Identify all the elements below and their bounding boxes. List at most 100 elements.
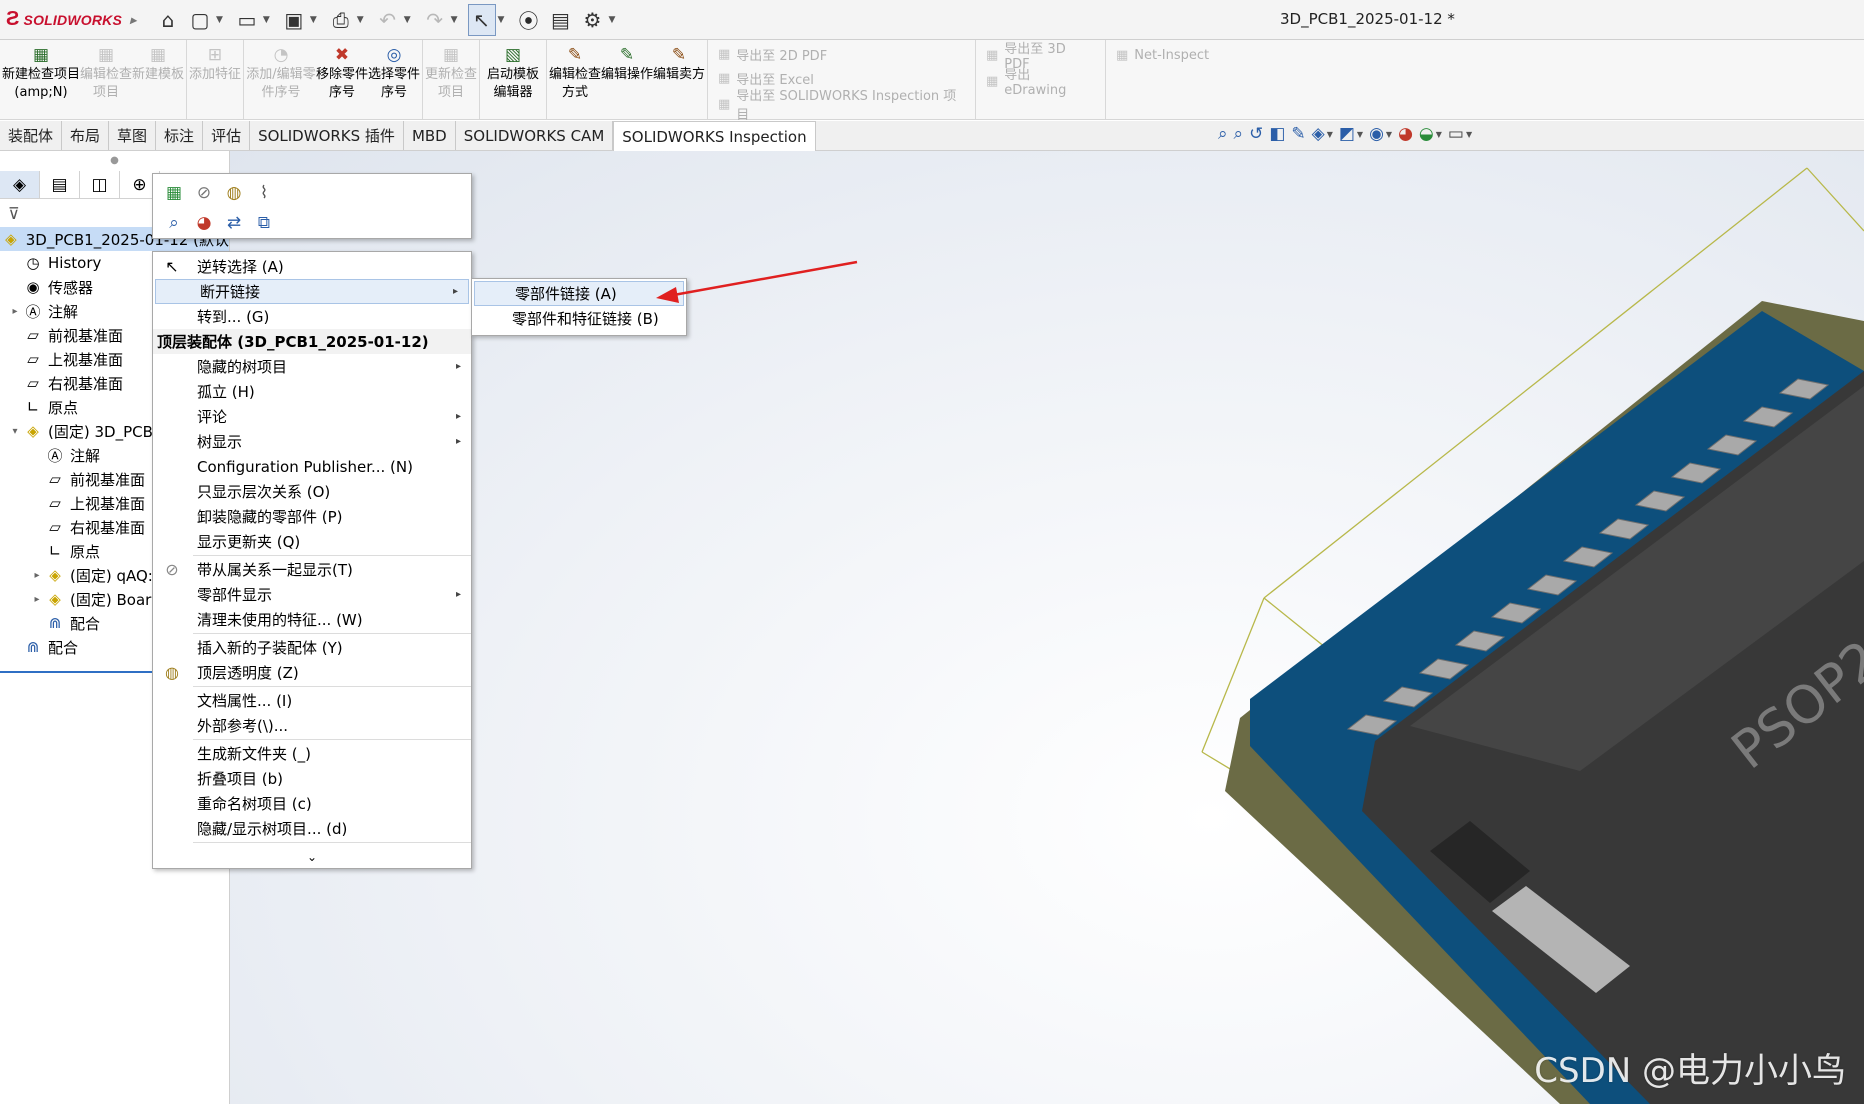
menu-new-folder[interactable]: 生成新文件夹 (_) bbox=[153, 741, 471, 766]
edit-inspection-button[interactable]: ▦ 编辑检查项目 bbox=[80, 40, 132, 119]
menu-break-links[interactable]: 断开链接 ▸ bbox=[155, 279, 469, 304]
add-feature-button[interactable]: ⊞ 添加特征 bbox=[189, 40, 241, 119]
export-inspection-project-button[interactable]: ▦ 导出至 SOLIDWORKS Inspection 项目 bbox=[718, 89, 965, 123]
edit-vendor-button[interactable]: ✎ 编辑卖方 bbox=[653, 40, 705, 119]
menu-top-transparency[interactable]: ◍ 顶层透明度 (Z) bbox=[153, 660, 471, 685]
expand-icon[interactable]: ▸ bbox=[8, 306, 22, 317]
section-view-icon[interactable]: ◧ bbox=[1269, 124, 1285, 144]
tab-evaluate[interactable]: 评估 bbox=[203, 121, 251, 150]
undo-icon[interactable]: ↶ bbox=[374, 4, 402, 36]
tab-inspection[interactable]: SOLIDWORKS Inspection bbox=[613, 121, 816, 151]
redo-icon[interactable]: ↷ bbox=[421, 4, 449, 36]
open-icon[interactable]: ▭ bbox=[233, 4, 261, 36]
panel-collapse-handle[interactable]: ● bbox=[0, 151, 229, 171]
menu-hide-show-tree-items[interactable]: 隐藏/显示树项目... (d) bbox=[153, 816, 471, 841]
print-icon[interactable]: ⎙ bbox=[327, 4, 355, 36]
dynamic-annotation-icon[interactable]: ✎ bbox=[1291, 124, 1305, 144]
display-style-dropdown-icon[interactable]: ▼ bbox=[1357, 130, 1363, 139]
menu-comment[interactable]: 评论 ▸ bbox=[153, 404, 471, 429]
menu-doc-properties[interactable]: 文档属性... (I) bbox=[153, 688, 471, 713]
zoom-to-fit-icon[interactable]: ⌕ bbox=[1218, 124, 1228, 144]
menu-unload-hidden[interactable]: 卸装隐藏的零部件 (P) bbox=[153, 504, 471, 529]
menu-clean-unused[interactable]: 清理未使用的特征... (W) bbox=[153, 607, 471, 632]
tab-mbd[interactable]: MBD bbox=[404, 121, 456, 150]
save-dropdown-icon[interactable]: ▼ bbox=[310, 15, 317, 25]
edit-appearance-icon[interactable]: ◕ bbox=[1398, 124, 1413, 144]
expand-icon[interactable]: ▸ bbox=[30, 570, 44, 581]
menu-show-update-folder[interactable]: 显示更新夹 (Q) bbox=[153, 529, 471, 554]
hide-show-dropdown-icon[interactable]: ▼ bbox=[1386, 130, 1392, 139]
hide-component-icon[interactable]: ⊘ bbox=[189, 178, 219, 208]
menu-expand-more-icon[interactable]: ⌄ bbox=[153, 844, 471, 869]
view-settings-dropdown-icon[interactable]: ▼ bbox=[1466, 130, 1472, 139]
isolate-icon[interactable]: ⧉ bbox=[249, 208, 279, 238]
solidworks-logo[interactable]: Ƨ SOLIDWORKS ▸ bbox=[0, 8, 136, 31]
home-icon[interactable]: ⌂ bbox=[154, 4, 182, 36]
options-gear-icon[interactable]: ⚙ bbox=[578, 4, 606, 36]
menu-show-hierarchy-only[interactable]: 只显示层次关系 (O) bbox=[153, 479, 471, 504]
print-dropdown-icon[interactable]: ▼ bbox=[357, 15, 364, 25]
menu-insert-subassembly[interactable]: 插入新的子装配体 (Y) bbox=[153, 635, 471, 660]
collapse-icon[interactable]: ▾ bbox=[8, 426, 22, 437]
display-style-icon[interactable]: ◩ bbox=[1339, 124, 1355, 144]
new-inspection-button[interactable]: ▦ 新建检查项目(amp;N) bbox=[2, 40, 80, 119]
appearance-icon[interactable]: ◕ bbox=[189, 208, 219, 238]
select-balloon-button[interactable]: ◎ 选择零件序号 bbox=[368, 40, 420, 119]
new-document-icon[interactable]: ▢ bbox=[186, 4, 214, 36]
configuration-manager-tab-icon[interactable]: ◫ bbox=[80, 171, 120, 198]
options-dropdown-icon[interactable]: ▼ bbox=[608, 15, 615, 25]
tab-sketch[interactable]: 草图 bbox=[109, 121, 157, 150]
tab-markup[interactable]: 标注 bbox=[156, 121, 204, 150]
select-dropdown-icon[interactable]: ▼ bbox=[498, 15, 505, 25]
menu-isolate[interactable]: 孤立 (H) bbox=[153, 379, 471, 404]
menu-collapse-items[interactable]: 折叠项目 (b) bbox=[153, 766, 471, 791]
open-dropdown-icon[interactable]: ▼ bbox=[263, 15, 270, 25]
new-dropdown-icon[interactable]: ▼ bbox=[216, 15, 223, 25]
property-manager-tab-icon[interactable]: ▤ bbox=[40, 171, 80, 198]
logo-expand-icon[interactable]: ▸ bbox=[130, 13, 136, 27]
menu-tree-display[interactable]: 树显示 ▸ bbox=[153, 429, 471, 454]
tab-cam[interactable]: SOLIDWORKS CAM bbox=[456, 121, 614, 150]
tab-layout[interactable]: 布局 bbox=[62, 121, 110, 150]
feature-manager-tab-icon[interactable]: ◈ bbox=[0, 171, 40, 198]
new-template-button[interactable]: ▦ 新建模板 bbox=[132, 40, 184, 119]
net-inspect-button[interactable]: ▦ Net-Inspect bbox=[1116, 44, 1209, 66]
edit-component-icon[interactable]: ▦ bbox=[159, 178, 189, 208]
change-transparency-icon[interactable]: ◍ bbox=[219, 178, 249, 208]
update-inspection-button[interactable]: ▦ 更新检查项目 bbox=[425, 40, 477, 119]
remove-balloon-button[interactable]: ✖ 移除零件序号 bbox=[316, 40, 368, 119]
menu-goto[interactable]: 转到... (G) bbox=[153, 304, 471, 329]
redo-dropdown-icon[interactable]: ▼ bbox=[451, 15, 458, 25]
apply-scene-icon[interactable]: ◒ bbox=[1419, 124, 1434, 144]
edit-operation-button[interactable]: ✎ 编辑操作 bbox=[601, 40, 653, 119]
select-cursor-icon[interactable]: ↖ bbox=[467, 3, 496, 36]
view-orientation-icon[interactable]: ◈ bbox=[1312, 124, 1325, 144]
undo-dropdown-icon[interactable]: ▼ bbox=[404, 15, 411, 25]
mates-paperclip-icon[interactable]: ⌇ bbox=[249, 178, 279, 208]
scene-dropdown-icon[interactable]: ▼ bbox=[1436, 130, 1442, 139]
hide-show-items-icon[interactable]: ◉ bbox=[1369, 124, 1384, 144]
export-3d-pdf-button[interactable]: ▦ 导出至 3D PDF bbox=[986, 42, 1095, 72]
tab-assembly[interactable]: 装配体 bbox=[0, 121, 63, 150]
menu-configuration-publisher[interactable]: Configuration Publisher... (N) bbox=[153, 454, 471, 479]
menu-hidden-tree-items[interactable]: 隐藏的树项目 ▸ bbox=[153, 354, 471, 379]
previous-view-icon[interactable]: ↺ bbox=[1249, 124, 1263, 144]
replace-component-icon[interactable]: ⇄ bbox=[219, 208, 249, 238]
tab-addins[interactable]: SOLIDWORKS 插件 bbox=[250, 121, 404, 150]
export-2d-pdf-button[interactable]: ▦ 导出至 2D PDF bbox=[718, 44, 965, 65]
menu-component-display[interactable]: 零部件显示 ▸ bbox=[153, 582, 471, 607]
view-orientation-dropdown-icon[interactable]: ▼ bbox=[1327, 130, 1333, 139]
menu-show-with-dependents[interactable]: ⊘ 带从属关系一起显示(T) bbox=[153, 557, 471, 582]
launch-template-editor-button[interactable]: ▧ 启动模板编辑器 bbox=[482, 40, 544, 119]
menu-external-references[interactable]: 外部参考(\)... bbox=[153, 713, 471, 738]
file-properties-icon[interactable]: ▤ bbox=[546, 4, 574, 36]
menu-component-links[interactable]: 零部件链接 (A) bbox=[474, 281, 684, 306]
save-icon[interactable]: ▣ bbox=[280, 4, 308, 36]
add-edit-balloon-button[interactable]: ◔ 添加/编辑零件序号 bbox=[246, 40, 316, 119]
edit-inspection-method-button[interactable]: ✎ 编辑检查方式 bbox=[549, 40, 601, 119]
zoom-to-area-icon[interactable]: ⌕ bbox=[1234, 124, 1244, 144]
export-edrawing-button[interactable]: ▦ 导出 eDrawing bbox=[986, 68, 1095, 98]
zoom-to-selection-icon[interactable]: ⌕ bbox=[159, 208, 189, 238]
rebuild-traffic-light-icon[interactable]: ⦿ bbox=[514, 4, 542, 36]
menu-rename-tree-item[interactable]: 重命名树项目 (c) bbox=[153, 791, 471, 816]
